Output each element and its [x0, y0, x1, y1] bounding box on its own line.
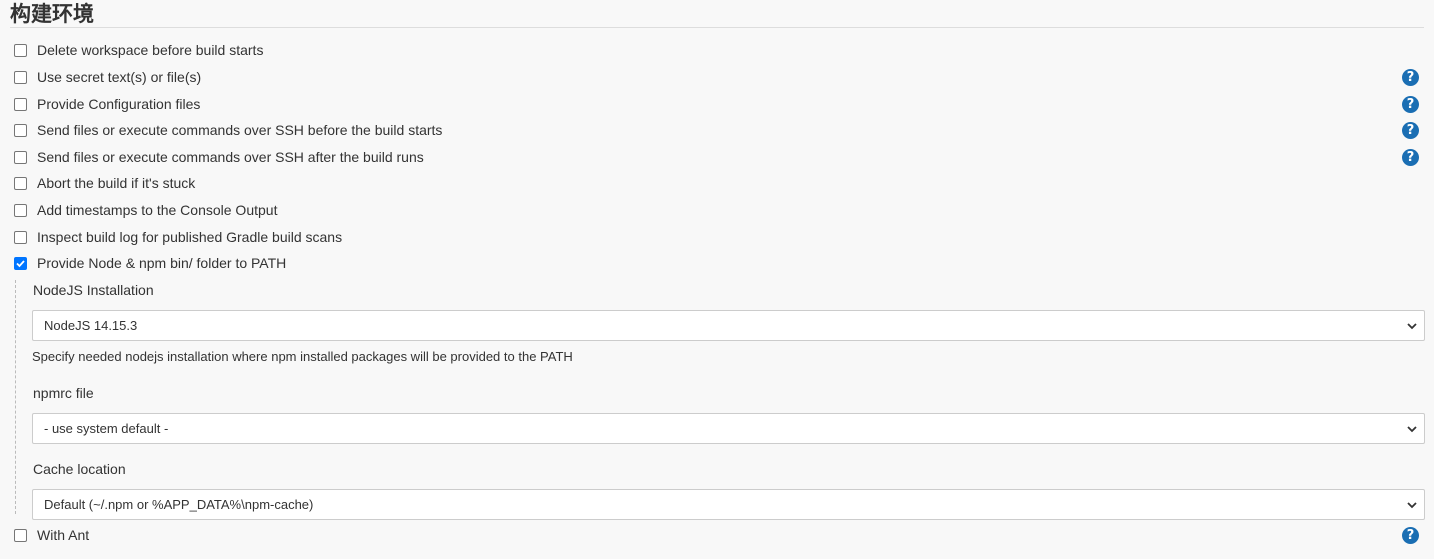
help-icon[interactable]: ? [1402, 69, 1419, 86]
checkbox-checked[interactable] [14, 256, 27, 270]
checkbox[interactable] [14, 43, 27, 57]
option-label: With Ant [37, 527, 90, 543]
nested-section-guide [15, 280, 16, 514]
select-value: NodeJS 14.15.3 [44, 318, 138, 333]
option-label: Use secret text(s) or file(s) [37, 69, 202, 85]
option-ssh-before[interactable]: Send files or execute commands over SSH … [14, 120, 442, 140]
checkbox[interactable] [14, 528, 27, 542]
checkbox[interactable] [14, 150, 27, 164]
option-label: Send files or execute commands over SSH … [37, 122, 443, 138]
option-label: Delete workspace before build starts [37, 42, 264, 58]
section-title: 构建环境 [10, 2, 94, 26]
checkbox[interactable] [14, 97, 27, 111]
npmrc-file-select[interactable]: - use system default - [32, 413, 1425, 444]
option-label: Abort the build if it's stuck [37, 175, 196, 191]
option-abort-stuck[interactable]: Abort the build if it's stuck [14, 173, 195, 193]
chevron-down-icon [1407, 426, 1417, 433]
help-icon[interactable]: ? [1402, 149, 1419, 166]
section-divider [10, 27, 1424, 28]
option-ssh-after[interactable]: Send files or execute commands over SSH … [14, 147, 424, 167]
select-value: - use system default - [44, 421, 169, 436]
option-timestamps[interactable]: Add timestamps to the Console Output [14, 200, 277, 220]
option-secret-text[interactable]: Use secret text(s) or file(s) [14, 67, 201, 87]
checkbox[interactable] [14, 176, 27, 190]
npmrc-file-label: npmrc file [33, 385, 94, 401]
select-value: Default (~/.npm or %APP_DATA%\npm-cache) [44, 497, 314, 512]
nodejs-installation-description: Specify needed nodejs installation where… [32, 349, 573, 364]
chevron-down-icon [1407, 323, 1417, 330]
help-icon[interactable]: ? [1402, 96, 1419, 113]
help-icon[interactable]: ? [1402, 122, 1419, 139]
checkbox[interactable] [14, 230, 27, 244]
option-label: Inspect build log for published Gradle b… [37, 229, 343, 245]
chevron-down-icon [1407, 502, 1417, 509]
help-icon[interactable]: ? [1402, 527, 1419, 544]
option-label: Provide Configuration files [37, 96, 201, 112]
nodejs-installation-select[interactable]: NodeJS 14.15.3 [32, 310, 1425, 341]
option-label: Add timestamps to the Console Output [37, 202, 278, 218]
checkbox[interactable] [14, 70, 27, 84]
nodejs-installation-label: NodeJS Installation [33, 282, 154, 298]
option-label: Provide Node & npm bin/ folder to PATH [37, 255, 287, 271]
checkbox[interactable] [14, 203, 27, 217]
cache-location-select[interactable]: Default (~/.npm or %APP_DATA%\npm-cache) [32, 489, 1425, 520]
option-label: Send files or execute commands over SSH … [37, 149, 424, 165]
option-delete-workspace[interactable]: Delete workspace before build starts [14, 40, 263, 60]
cache-location-label: Cache location [33, 461, 126, 477]
option-node-path[interactable]: Provide Node & npm bin/ folder to PATH [14, 253, 286, 273]
option-with-ant[interactable]: With Ant [14, 525, 89, 545]
checkbox[interactable] [14, 123, 27, 137]
option-config-files[interactable]: Provide Configuration files [14, 94, 200, 114]
option-gradle-scans[interactable]: Inspect build log for published Gradle b… [14, 227, 342, 247]
